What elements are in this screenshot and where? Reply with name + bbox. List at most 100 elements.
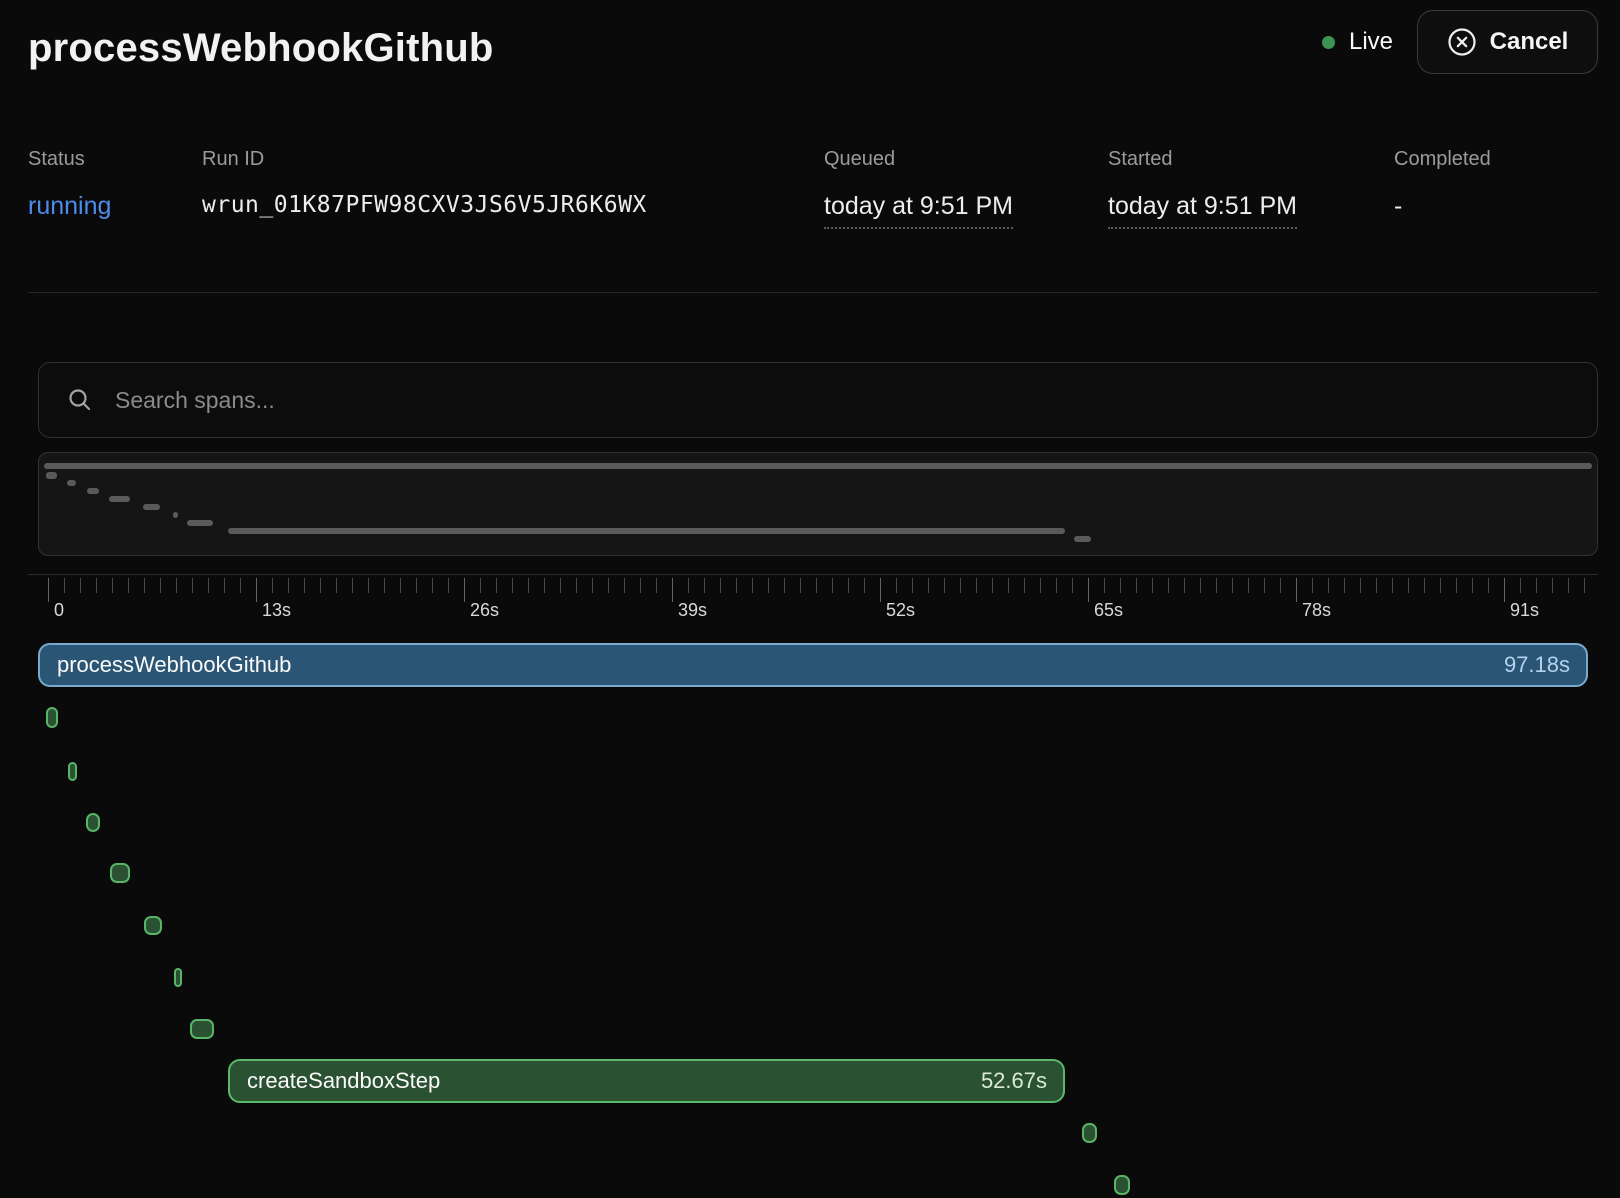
ruler-top-border bbox=[28, 574, 1598, 575]
run-info-value-started[interactable]: today at 9:51 PM bbox=[1108, 192, 1297, 221]
minimap-span bbox=[67, 480, 76, 486]
span-label: createSandboxStep bbox=[247, 1068, 440, 1094]
span-dot[interactable] bbox=[190, 1019, 214, 1039]
ruler-minor-tick bbox=[1328, 578, 1329, 593]
ruler-minor-tick bbox=[368, 578, 369, 593]
ruler-minor-tick bbox=[1008, 578, 1009, 593]
ruler-minor-tick bbox=[192, 578, 193, 593]
ruler-minor-tick bbox=[272, 578, 273, 593]
ruler-minor-tick bbox=[784, 578, 785, 593]
ruler-minor-tick bbox=[1168, 578, 1169, 593]
ruler-minor-tick bbox=[720, 578, 721, 593]
ruler-tick-label: 0 bbox=[54, 600, 64, 621]
ruler-minor-tick bbox=[1376, 578, 1377, 593]
trace-viewer-page: processWebhookGithub Live Cancel Statusr… bbox=[0, 0, 1620, 1198]
ruler-tick-label: 13s bbox=[262, 600, 291, 621]
ruler-minor-tick bbox=[896, 578, 897, 593]
live-status-dot-icon bbox=[1322, 36, 1335, 49]
ruler-major-tick bbox=[256, 578, 257, 602]
ruler-minor-tick bbox=[832, 578, 833, 593]
ruler-minor-tick bbox=[592, 578, 593, 593]
run-info-value-queued[interactable]: today at 9:51 PM bbox=[824, 192, 1013, 221]
live-indicator: Live bbox=[1322, 28, 1393, 56]
ruler-minor-tick bbox=[1312, 578, 1313, 593]
span-label: processWebhookGithub bbox=[57, 652, 291, 678]
ruler-minor-tick bbox=[1104, 578, 1105, 593]
span-dot[interactable] bbox=[86, 813, 100, 832]
ruler-major-tick bbox=[1504, 578, 1505, 602]
cancel-button-label: Cancel bbox=[1490, 28, 1569, 56]
ruler-minor-tick bbox=[1120, 578, 1121, 593]
minimap-span bbox=[87, 488, 99, 494]
ruler-tick-label: 39s bbox=[678, 600, 707, 621]
span-dot[interactable] bbox=[46, 707, 58, 728]
ruler-minor-tick bbox=[1552, 578, 1553, 593]
ruler-minor-tick bbox=[1424, 578, 1425, 593]
minimap-span bbox=[173, 512, 178, 518]
ruler-minor-tick bbox=[1440, 578, 1441, 593]
ruler-minor-tick bbox=[480, 578, 481, 593]
span-dot[interactable] bbox=[144, 916, 162, 935]
run-info-label-status: Status bbox=[28, 148, 85, 171]
ruler-minor-tick bbox=[1568, 578, 1569, 593]
ruler-minor-tick bbox=[496, 578, 497, 593]
ruler-major-tick bbox=[672, 578, 673, 602]
minimap-span bbox=[187, 520, 213, 526]
cancel-circle-x-icon bbox=[1447, 27, 1477, 57]
ruler-minor-tick bbox=[848, 578, 849, 593]
ruler-minor-tick bbox=[656, 578, 657, 593]
ruler-minor-tick bbox=[704, 578, 705, 593]
ruler-minor-tick bbox=[1136, 578, 1137, 593]
ruler-minor-tick bbox=[208, 578, 209, 593]
minimap-span bbox=[1074, 536, 1091, 542]
ruler-minor-tick bbox=[1072, 578, 1073, 593]
ruler-minor-tick bbox=[912, 578, 913, 593]
ruler-minor-tick bbox=[320, 578, 321, 593]
ruler-minor-tick bbox=[1536, 578, 1537, 593]
ruler-minor-tick bbox=[1152, 578, 1153, 593]
ruler-major-tick bbox=[48, 578, 49, 602]
ruler-minor-tick bbox=[64, 578, 65, 593]
ruler-minor-tick bbox=[448, 578, 449, 593]
run-info-value-completed: - bbox=[1394, 192, 1402, 221]
ruler-minor-tick bbox=[640, 578, 641, 593]
ruler-minor-tick bbox=[528, 578, 529, 593]
ruler-minor-tick bbox=[112, 578, 113, 593]
ruler-minor-tick bbox=[576, 578, 577, 593]
ruler-minor-tick bbox=[1040, 578, 1041, 593]
ruler-tick-label: 91s bbox=[1510, 600, 1539, 621]
ruler-major-tick bbox=[880, 578, 881, 602]
ruler-minor-tick bbox=[816, 578, 817, 593]
ruler-minor-tick bbox=[400, 578, 401, 593]
ruler-minor-tick bbox=[432, 578, 433, 593]
span-duration: 97.18s bbox=[1504, 652, 1570, 678]
span-dot[interactable] bbox=[174, 968, 182, 987]
span-bar-createSandboxStep[interactable]: createSandboxStep52.67s bbox=[228, 1059, 1065, 1103]
live-label: Live bbox=[1349, 28, 1393, 56]
ruler-minor-tick bbox=[1232, 578, 1233, 593]
search-spans-input[interactable] bbox=[113, 386, 1597, 415]
ruler-major-tick bbox=[1088, 578, 1089, 602]
ruler-minor-tick bbox=[1056, 578, 1057, 593]
ruler-major-tick bbox=[1296, 578, 1297, 602]
span-dot[interactable] bbox=[68, 762, 77, 781]
ruler-minor-tick bbox=[304, 578, 305, 593]
ruler-minor-tick bbox=[960, 578, 961, 593]
ruler-minor-tick bbox=[1392, 578, 1393, 593]
ruler-minor-tick bbox=[864, 578, 865, 593]
ruler-major-tick bbox=[464, 578, 465, 602]
run-info-label-completed: Completed bbox=[1394, 148, 1491, 171]
span-dot[interactable] bbox=[110, 863, 130, 883]
ruler-minor-tick bbox=[976, 578, 977, 593]
ruler-minor-tick bbox=[800, 578, 801, 593]
ruler-minor-tick bbox=[544, 578, 545, 593]
ruler-minor-tick bbox=[928, 578, 929, 593]
span-dot[interactable] bbox=[1114, 1175, 1130, 1195]
ruler-minor-tick bbox=[560, 578, 561, 593]
cancel-button[interactable]: Cancel bbox=[1417, 10, 1598, 74]
ruler-minor-tick bbox=[176, 578, 177, 593]
run-info-label-queued: Queued bbox=[824, 148, 895, 171]
span-bar-processWebhookGithub[interactable]: processWebhookGithub 97.18s bbox=[38, 643, 1588, 687]
span-dot[interactable] bbox=[1082, 1123, 1097, 1143]
ruler-minor-tick bbox=[1360, 578, 1361, 593]
